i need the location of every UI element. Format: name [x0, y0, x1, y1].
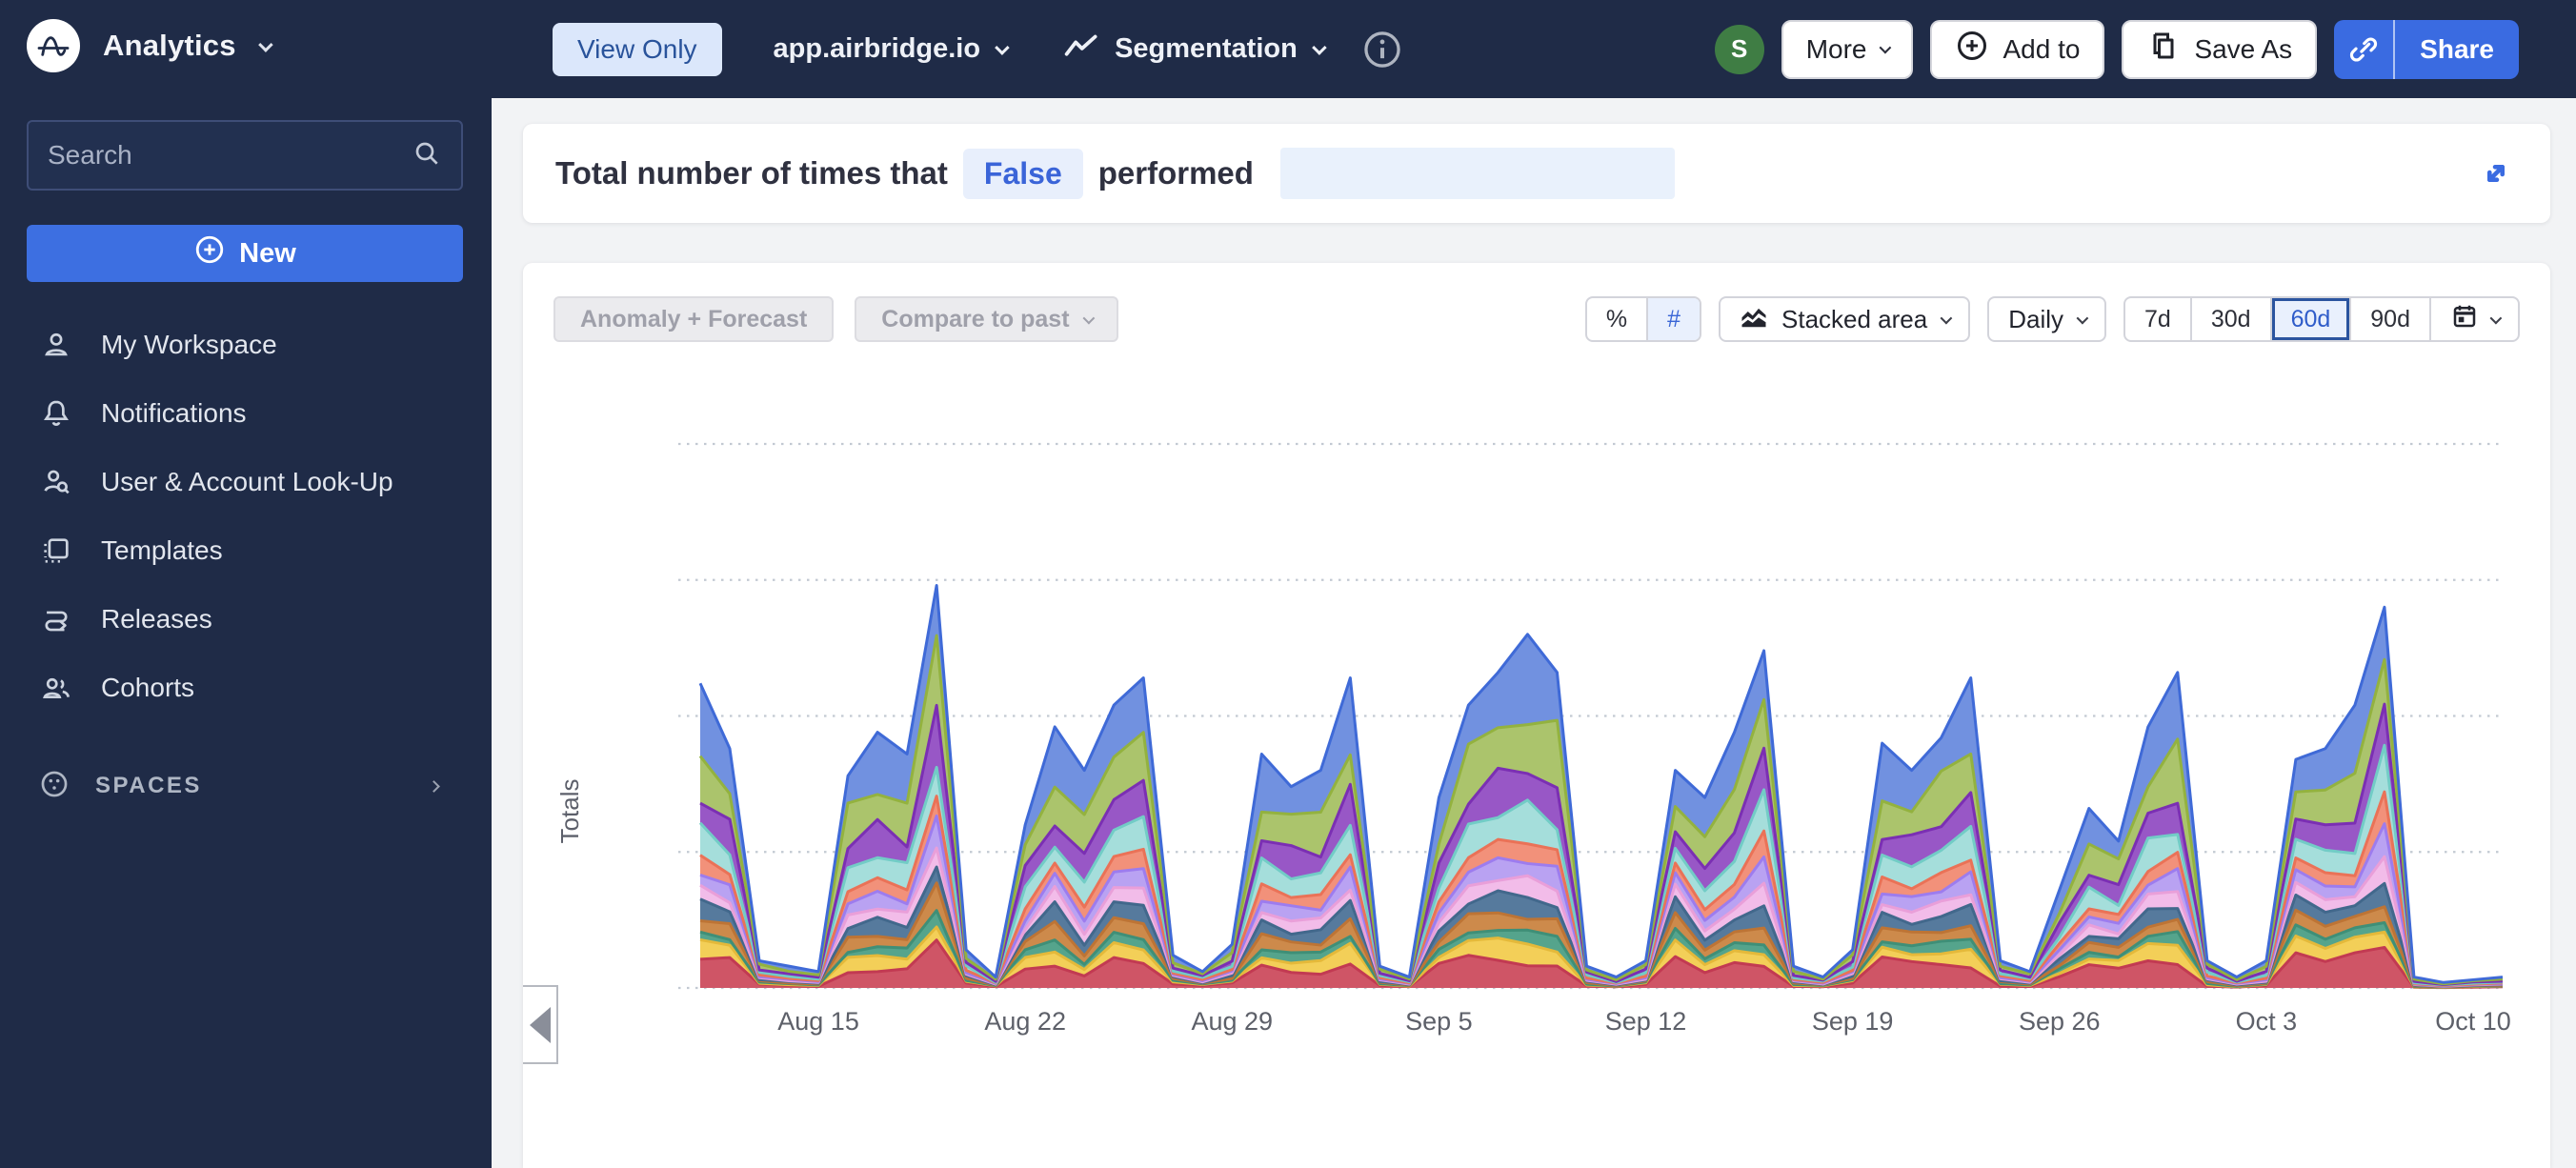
area-series-olive [700, 635, 2503, 984]
sidebar-search[interactable] [27, 120, 463, 191]
more-label: More [1806, 34, 1867, 65]
sidebar-item-label: Cohorts [101, 673, 194, 703]
template-icon [38, 534, 74, 567]
chevron-down-icon [258, 37, 273, 52]
area-series-blue [700, 585, 2503, 983]
chevron-down-icon [1880, 42, 1892, 54]
topbar-actions: S More Add to Save As [1715, 20, 2576, 79]
x-axis-tick-label: Aug 29 [1192, 1007, 1274, 1036]
share-label: Share [2395, 20, 2519, 79]
view-only-badge: View Only [553, 23, 722, 76]
project-name: app.airbridge.io [774, 33, 981, 65]
x-axis-tick-label: Aug 15 [777, 1007, 859, 1036]
x-axis-tick-label: Sep 5 [1405, 1007, 1473, 1036]
app-window: Analytics New My Workspace [0, 0, 2576, 1168]
copy-icon [2146, 29, 2181, 70]
bell-icon [38, 397, 74, 430]
add-to-button[interactable]: Add to [1930, 20, 2104, 79]
line-series-cyan [700, 745, 2503, 985]
plus-circle-icon [1955, 29, 1989, 70]
chevron-down-icon [1312, 40, 1327, 55]
trend-line-icon [1063, 31, 1099, 68]
new-button[interactable]: New [27, 225, 463, 282]
person-search-icon [38, 466, 74, 498]
sidebar-item-user-account-lookup[interactable]: User & Account Look-Up [0, 448, 492, 516]
people-icon [38, 672, 74, 704]
sidebar-nav: My Workspace Notifications User & Accoun… [0, 311, 492, 722]
plus-circle-icon [193, 233, 226, 273]
expand-icon[interactable] [2474, 151, 2518, 195]
sidebar-item-label: Notifications [101, 398, 247, 429]
triangle-left-icon [530, 1007, 551, 1043]
sidebar: Analytics New My Workspace [0, 0, 492, 1168]
chart-type-menu[interactable]: Segmentation [1063, 31, 1323, 68]
chevron-down-icon [995, 40, 1010, 55]
line-series-purple [700, 704, 2503, 984]
spaces-label: SPACES [95, 773, 405, 799]
area-series-purple [700, 704, 2503, 985]
search-input[interactable] [48, 140, 412, 171]
area-series-cyan [700, 745, 2503, 985]
user-segment-chip[interactable]: False [963, 149, 1083, 199]
sidebar-item-templates[interactable]: Templates [0, 516, 492, 585]
sidebar-item-label: My Workspace [101, 330, 277, 360]
save-as-label: Save As [2194, 34, 2292, 65]
query-verb: performed [1098, 155, 1254, 191]
route-icon [38, 603, 74, 635]
x-axis-tick-label: Sep 12 [1605, 1007, 1687, 1036]
query-title-card: Total number of times that False perform… [523, 124, 2550, 223]
sidebar-item-my-workspace[interactable]: My Workspace [0, 311, 492, 379]
sidebar-item-label: Releases [101, 604, 212, 634]
sidebar-item-notifications[interactable]: Notifications [0, 379, 492, 448]
app-title: Analytics [103, 29, 236, 63]
project-selector[interactable]: app.airbridge.io [774, 33, 1007, 65]
more-button[interactable]: More [1781, 20, 1914, 79]
top-bar: View Only app.airbridge.io Segmentation … [492, 0, 2576, 98]
line-series-olive [700, 635, 2503, 984]
link-icon[interactable] [2334, 20, 2393, 79]
y-axis-label: Totals [555, 779, 584, 844]
x-axis-tick-label: Oct 3 [2236, 1007, 2298, 1036]
brand[interactable]: Analytics [0, 0, 492, 72]
new-button-label: New [239, 238, 296, 270]
line-series-blue [700, 585, 2503, 982]
x-axis-tick-label: Sep 19 [1812, 1007, 1894, 1036]
sidebar-section-spaces[interactable]: SPACES [0, 753, 492, 819]
add-to-label: Add to [2002, 34, 2080, 65]
sidebar-item-label: Templates [101, 535, 223, 566]
chart-canvas[interactable]: Aug 15 Aug 22 Aug 29 Sep 5 Sep 12 Sep 19 Sep 2… [523, 263, 2550, 1168]
info-icon[interactable] [1361, 29, 1403, 70]
chart-type-label: Segmentation [1115, 33, 1298, 65]
search-icon [412, 138, 442, 173]
query-prefix: Total number of times that [555, 155, 948, 191]
collapse-sidebar-button[interactable] [523, 985, 558, 1064]
sidebar-item-label: User & Account Look-Up [101, 467, 393, 497]
save-as-button[interactable]: Save As [2122, 20, 2317, 79]
avatar[interactable]: S [1715, 25, 1764, 74]
x-axis-tick-label: Aug 22 [984, 1007, 1066, 1036]
share-button[interactable]: Share [2334, 20, 2519, 79]
person-icon [38, 329, 74, 361]
x-axis-tick-label: Oct 10 [2435, 1007, 2511, 1036]
event-name-redacted[interactable] [1280, 148, 1675, 199]
x-axis-tick-label: Sep 26 [2019, 1007, 2101, 1036]
sidebar-item-releases[interactable]: Releases [0, 585, 492, 654]
chevron-right-icon [428, 780, 440, 793]
sidebar-item-cohorts[interactable]: Cohorts [0, 654, 492, 722]
amplitude-logo-icon [27, 19, 80, 72]
spaces-icon [38, 768, 70, 805]
